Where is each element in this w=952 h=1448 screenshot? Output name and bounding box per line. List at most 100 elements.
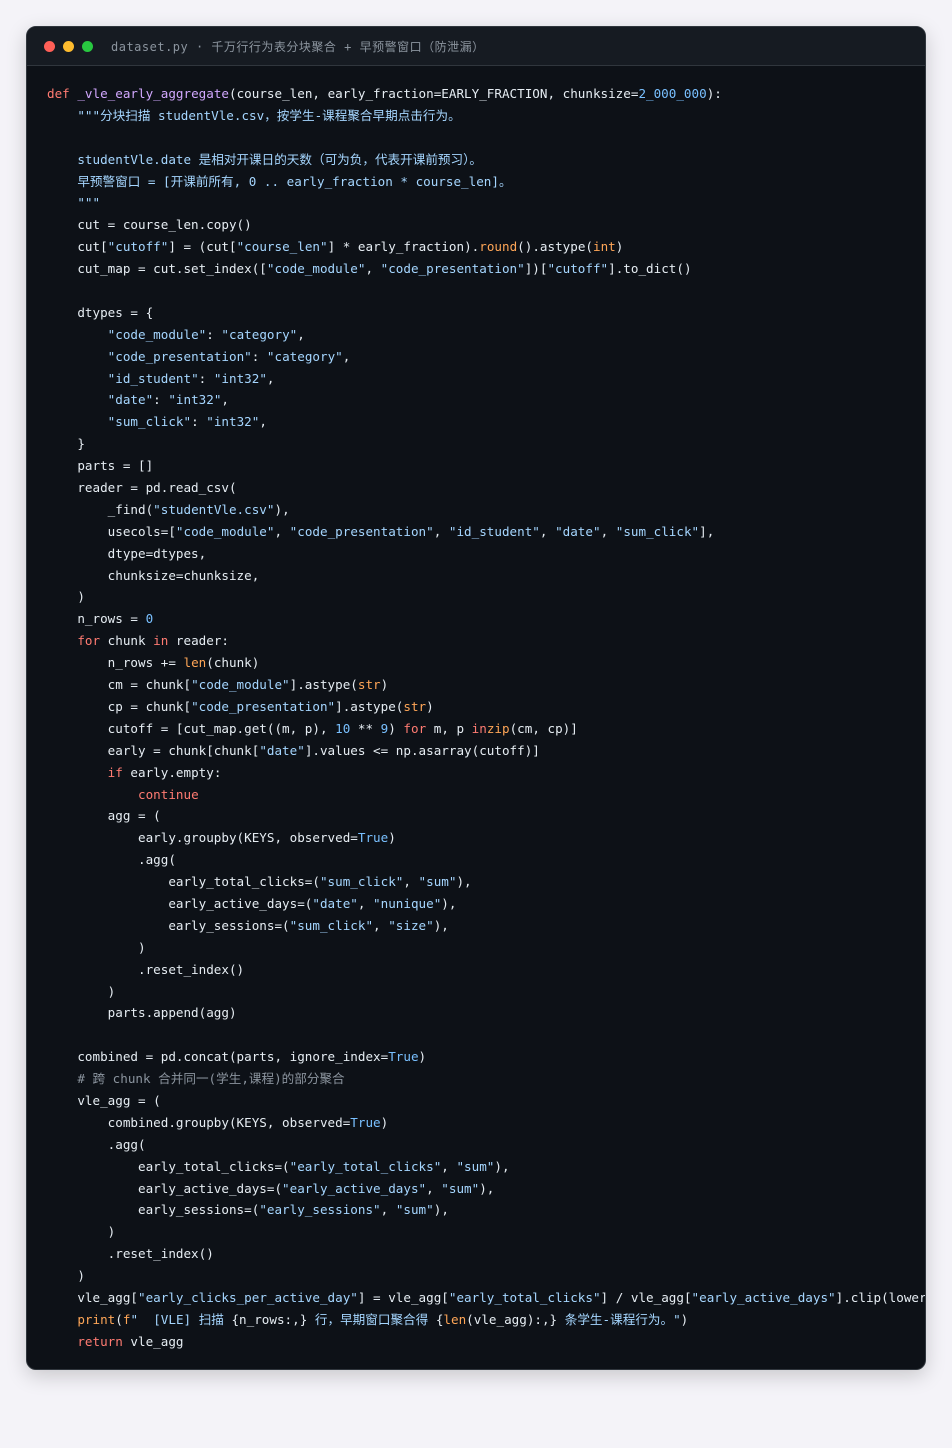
code-token: ) [680,1311,689,1327]
code-token: , [373,917,389,933]
code-token: "cutoff" [547,261,609,277]
code-token: , [357,895,374,911]
code-token: reader = pd.read_csv( [47,480,237,496]
code-token: "studentVle.csv" [153,501,275,517]
code-line: ) [47,586,925,608]
code-token: ) [47,589,85,605]
code-token: str [403,698,427,714]
code-token: "date" [312,895,358,911]
code-line: # 跨 chunk 合并同一(学生,课程)的部分聚合 [47,1068,925,1090]
code-token: """分块扫描 studentVle.csv，按学生-课程聚合早期点击行为。 [77,107,461,123]
code-token: .reset_index() [47,1246,214,1262]
code-token: ].astype( [289,677,358,693]
code-token: "int32" [213,370,267,386]
code-token: early_active_days=( [47,895,313,911]
code-token: ** [350,720,381,736]
code-token: "sum_click" [289,917,374,933]
code-token: ), [479,1180,495,1196]
code-token: 0 [145,611,154,627]
code-token: "nunique" [373,895,442,911]
code-token: : [206,326,222,342]
code-token: cut = course_len.copy() [47,217,252,233]
code-token: "category" [221,326,298,342]
code-line: combined = pd.concat(parts, ignore_index… [47,1046,925,1068]
close-window-icon[interactable] [44,40,55,52]
code-token: , [600,523,616,539]
code-line: cut_map = cut.set_index(["code_module", … [47,258,925,280]
code-token: continue [138,786,199,802]
code-token: ) [418,1049,427,1065]
code-token: print [77,1311,116,1327]
code-token: 条学生-课程行为。" [557,1311,681,1327]
code-token: early_active_days=( [47,1180,283,1196]
code-line: cutoff = [cut_map.get((m, p), 10 ** 9) f… [47,718,925,740]
code-token: # 跨 chunk 合并同一(学生,课程)的部分聚合 [77,1071,345,1087]
code-line: "code_module": "category", [47,324,925,346]
code-token: "early_clicks_per_active_day" [138,1289,358,1305]
code-line: agg = ( [47,805,925,827]
code-token: usecols=[ [47,523,176,539]
code-token: ), [494,1158,510,1174]
code-token: : [153,392,169,408]
code-token: True [350,1114,381,1130]
code-token: , [441,1158,457,1174]
code-line: print(f" [VLE] 扫描 {n_rows:,} 行，早期窗口聚合得 {… [47,1309,925,1331]
code-line: """ [47,192,925,214]
code-token: ) [47,1224,116,1240]
code-token: , [297,326,305,342]
code-token: (vle_agg):,} [466,1311,558,1327]
code-token: for [77,633,101,649]
code-token: early_sessions=( [47,917,290,933]
code-token: "sum_click" [615,523,700,539]
code-token: vle_agg[ [47,1289,138,1305]
code-token: "code_module" [175,523,275,539]
code-token: ].astype( [335,698,404,714]
code-line: usecols=["code_module", "code_presentati… [47,521,925,543]
code-token: n_rows = [47,611,146,627]
code-editor[interactable]: def _vle_early_aggregate(course_len, ear… [47,83,925,1353]
code-token: early.empty: [122,764,222,780]
code-token: "code_module" [266,261,366,277]
code-token: "code_presentation" [380,261,525,277]
code-token: ) [47,983,116,999]
maximize-window-icon[interactable] [82,40,93,52]
code-token: : [191,414,207,430]
code-token: "code_module" [107,326,207,342]
code-token: , [365,261,381,277]
code-line: early_sessions=("sum_click", "size"), [47,915,925,937]
code-token: zip [486,720,510,736]
code-token: "code_presentation" [107,348,252,364]
code-line: ) [47,1265,925,1287]
code-token: ] = vle_agg[ [357,1289,449,1305]
code-token: ( [115,1311,123,1327]
code-token: ], [699,523,715,539]
code-token: 行，早期窗口聚合得 [307,1311,436,1327]
code-line: cut = course_len.copy() [47,214,925,236]
code-line: vle_agg = ( [47,1090,925,1112]
code-token: round [479,239,518,255]
code-token: combined.groupby(KEYS, observed= [47,1114,351,1130]
code-token: if [107,764,123,780]
code-token: } [47,436,85,452]
code-token: "date" [555,523,601,539]
code-line: continue [47,784,925,806]
code-token: ) [47,939,146,955]
code-token: len [443,1311,467,1327]
code-token: "early_active_days" [691,1289,836,1305]
code-line: chunksize=chunksize, [47,565,925,587]
code-token: 2_000_000 [638,86,707,101]
code-token: .agg( [47,852,176,868]
code-token: " [VLE] 扫描 [130,1311,232,1327]
code-token: ) [380,1114,389,1130]
code-token: "id_student" [107,370,199,386]
code-token: ) [426,698,434,714]
code-token: early_sessions=( [47,1202,260,1218]
code-token: in [153,633,169,649]
code-line: ) [47,981,925,1003]
minimize-window-icon[interactable] [63,40,74,52]
code-line: "date": "int32", [47,389,925,411]
